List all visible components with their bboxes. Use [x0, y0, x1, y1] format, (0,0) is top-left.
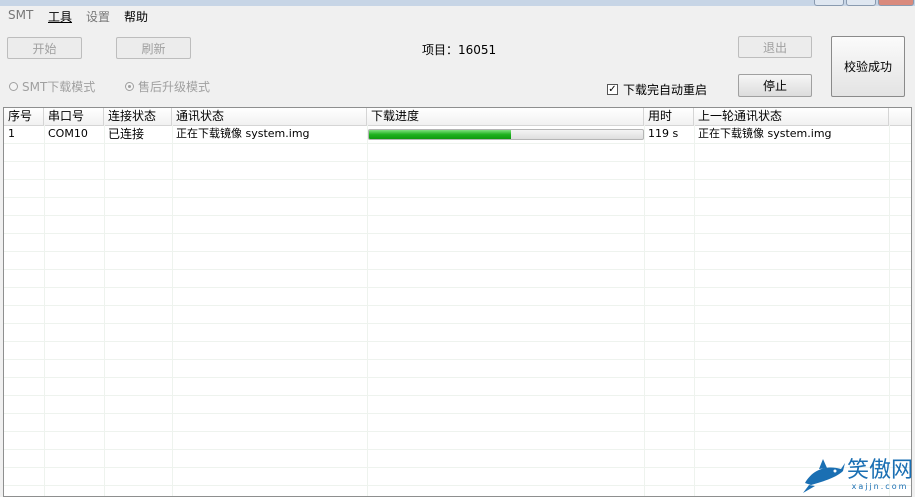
- radio-unchecked-icon: [9, 82, 18, 91]
- grid-line: [4, 431, 911, 432]
- grid-line: [4, 251, 911, 252]
- cell-comm-status: 正在下载镜像 system.img: [176, 127, 310, 140]
- column-header-last-status[interactable]: 上一轮通讯状态: [694, 108, 889, 125]
- device-list: 序号 串口号 连接状态 通讯状态 下载进度 用时 上一轮通讯状态 1 COM10…: [3, 107, 912, 497]
- grid-line: [4, 341, 911, 342]
- grid-line: [4, 467, 911, 468]
- watermark-url: xajjn.com: [851, 481, 909, 491]
- menu-tools[interactable]: 工具: [48, 8, 72, 25]
- grid-line: [172, 125, 173, 496]
- grid-line: [4, 269, 911, 270]
- column-header-port[interactable]: 串口号: [44, 108, 104, 125]
- smt-mode-radio[interactable]: SMT下载模式: [9, 78, 95, 95]
- start-button[interactable]: 开始: [7, 37, 82, 59]
- menu-bar: SMT 工具 设置 帮助: [0, 6, 915, 26]
- aftersale-mode-radio[interactable]: 售后升级模式: [125, 78, 210, 95]
- download-progress-bar: [368, 129, 644, 140]
- grid-line: [4, 143, 911, 144]
- auto-restart-label: 下载完自动重启: [623, 83, 708, 97]
- grid-line: [4, 215, 911, 216]
- grid-line: [4, 413, 911, 414]
- cell-port: COM10: [48, 127, 88, 140]
- grid-line: [4, 395, 911, 396]
- grid-line: [4, 323, 911, 324]
- project-value: 16051: [458, 43, 497, 57]
- project-info: 项目：16051: [422, 41, 496, 58]
- column-header-progress[interactable]: 下载进度: [367, 108, 644, 125]
- grid-line: [4, 233, 911, 234]
- column-header-elapsed[interactable]: 用时: [644, 108, 694, 125]
- progress-fill: [369, 130, 512, 139]
- grid-line: [644, 125, 645, 496]
- grid-line: [4, 305, 911, 306]
- grid-line: [4, 161, 911, 162]
- column-header-index[interactable]: 序号: [4, 108, 44, 125]
- grid-line: [4, 197, 911, 198]
- column-header-connection[interactable]: 连接状态: [104, 108, 172, 125]
- auto-restart-checkbox[interactable]: ✓ 下载完自动重启: [607, 81, 707, 98]
- radio-checked-icon: [125, 82, 134, 91]
- shark-logo-icon: [802, 459, 845, 493]
- project-label: 项目：: [422, 43, 459, 57]
- grid-line: [694, 125, 695, 496]
- refresh-button[interactable]: 刷新: [116, 37, 191, 59]
- grid-line: [4, 377, 911, 378]
- column-header-comm-status[interactable]: 通讯状态: [172, 108, 367, 125]
- grid-line: [44, 125, 45, 496]
- site-watermark: 笑傲网 xajjn.com: [801, 455, 913, 495]
- grid-line: [4, 179, 911, 180]
- cell-last-status: 正在下载镜像 system.img: [698, 127, 832, 140]
- grid-line: [4, 485, 911, 486]
- stop-button[interactable]: 停止: [738, 74, 812, 97]
- grid-line: [889, 125, 890, 496]
- smt-mode-label: SMT下载模式: [22, 80, 96, 94]
- checkmark-icon: ✓: [607, 84, 618, 95]
- grid-line: [4, 287, 911, 288]
- verify-result-button[interactable]: 校验成功: [831, 36, 905, 97]
- grid-line: [4, 359, 911, 360]
- table-row[interactable]: 1 COM10 已连接 正在下载镜像 system.img 119 s 正在下载…: [4, 125, 911, 143]
- grid-line: [367, 125, 368, 496]
- list-header: 序号 串口号 连接状态 通讯状态 下载进度 用时 上一轮通讯状态: [4, 108, 911, 126]
- menu-smt[interactable]: SMT: [8, 8, 33, 22]
- watermark-text: 笑傲网: [846, 457, 913, 483]
- aftersale-mode-label: 售后升级模式: [138, 80, 211, 94]
- menu-settings[interactable]: 设置: [86, 8, 110, 25]
- grid-line: [104, 125, 105, 496]
- grid-line: [4, 449, 911, 450]
- menu-help[interactable]: 帮助: [124, 8, 148, 25]
- cell-index: 1: [8, 127, 15, 140]
- cell-connection: 已连接: [108, 127, 145, 141]
- cell-elapsed: 119 s: [648, 127, 679, 140]
- exit-button[interactable]: 退出: [738, 36, 812, 58]
